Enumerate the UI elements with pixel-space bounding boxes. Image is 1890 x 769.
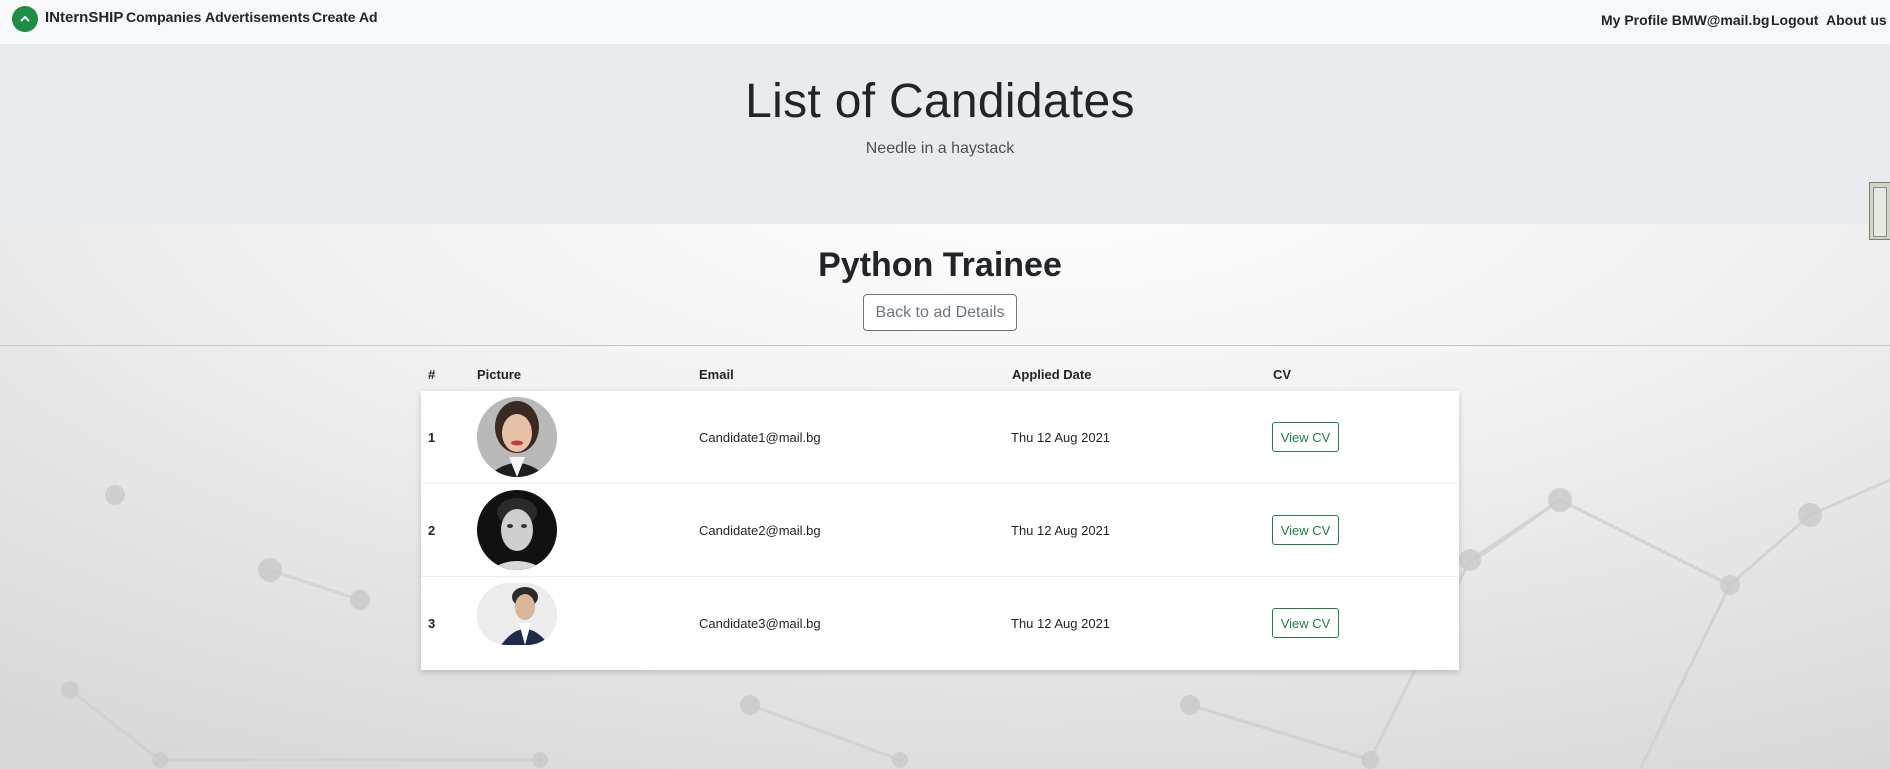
side-panel-tab[interactable] — [1869, 182, 1890, 240]
page-title: List of Candidates — [745, 75, 1135, 128]
applied-date: Thu 12 Aug 2021 — [1011, 616, 1111, 631]
brand-logo-icon[interactable] — [12, 6, 38, 32]
column-header-applied-date: Applied Date — [1012, 367, 1092, 382]
page-subtitle: Needle in a haystack — [865, 140, 1015, 157]
candidate-avatar — [477, 397, 557, 477]
divider — [0, 345, 1890, 346]
candidate-email: Candidate1@mail.bg — [699, 430, 821, 445]
nav-link-create-ad[interactable]: Create Ad — [312, 9, 378, 25]
row-index: 2 — [428, 523, 436, 538]
view-cv-button[interactable]: View CV — [1272, 608, 1339, 638]
column-header-cv: CV — [1273, 367, 1292, 382]
nav-link-companies[interactable]: Companies — [126, 9, 201, 25]
applied-date: Thu 12 Aug 2021 — [1011, 523, 1111, 538]
table-row: 3 Candidate3@mail.bg Thu 12 Aug 2021 Vie… — [421, 577, 1459, 670]
advertisement-title: Python Trainee — [818, 246, 1062, 284]
back-to-ad-details-button[interactable]: Back to ad Details — [863, 294, 1017, 331]
hero-jumbotron: List of Candidates Needle in a haystack — [0, 44, 1890, 224]
candidate-avatar — [477, 583, 557, 645]
candidate-avatar — [477, 490, 557, 570]
applied-date: Thu 12 Aug 2021 — [1011, 430, 1111, 445]
brand-name[interactable]: INternSHIP — [45, 9, 123, 26]
table-row: 1 Candidate1@mail.bg Thu 12 Aug 2021 Vie… — [421, 391, 1459, 484]
nav-link-advertisements[interactable]: Advertisements — [205, 9, 310, 25]
row-index: 1 — [428, 430, 436, 445]
column-header-email: Email — [699, 367, 734, 382]
nav-link-about-us[interactable]: About us — [1826, 12, 1887, 28]
view-cv-button[interactable]: View CV — [1272, 515, 1339, 545]
view-cv-button[interactable]: View CV — [1272, 422, 1339, 452]
nav-link-logout[interactable]: Logout — [1771, 12, 1818, 28]
candidate-email: Candidate3@mail.bg — [699, 616, 821, 631]
candidate-email: Candidate2@mail.bg — [699, 523, 821, 538]
nav-link-my-profile[interactable]: My Profile BMW@mail.bg — [1601, 12, 1769, 28]
candidates-table: 1 Candidate1@mail.bg Thu 12 Aug 2021 Vie… — [421, 391, 1459, 670]
row-index: 3 — [428, 616, 436, 631]
side-panel-tab-label-icon — [1873, 187, 1887, 237]
table-row: 2 Candidate2@mail.bg Thu 12 Aug 2021 Vie… — [421, 484, 1459, 577]
column-header-index: # — [428, 367, 436, 382]
top-navbar: INternSHIP Companies Advertisements Crea… — [0, 0, 1890, 44]
column-header-picture: Picture — [477, 367, 522, 382]
